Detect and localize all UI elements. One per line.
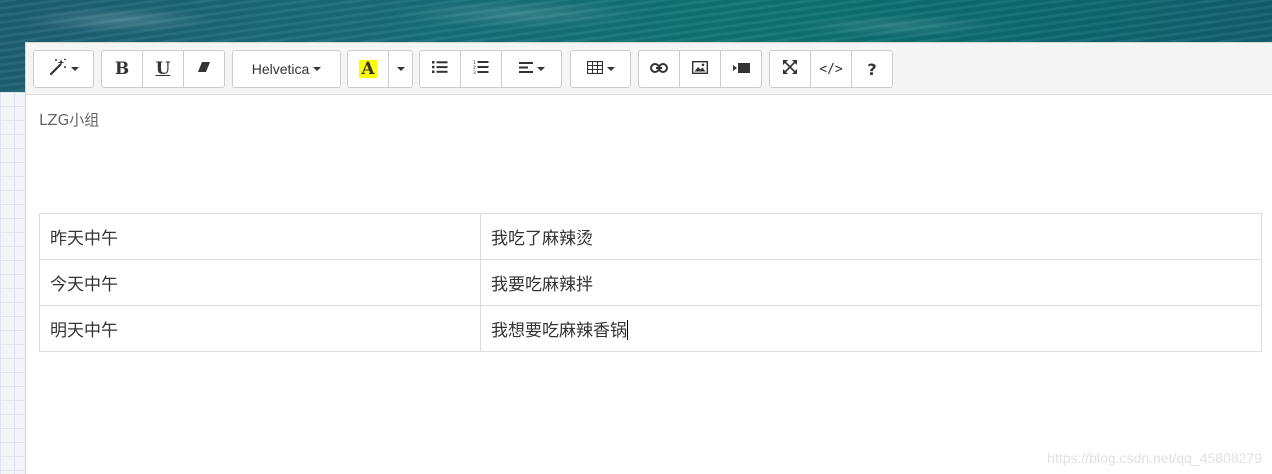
align-left-icon: [518, 61, 533, 77]
bold-icon: B: [114, 59, 130, 79]
table-cell[interactable]: 我吃了麻辣烫: [480, 213, 1262, 260]
color-group: A: [347, 50, 413, 88]
editable-content-area[interactable]: LZG小组 昨天中午 我吃了麻辣烫 今天中午 我要吃麻辣拌 明天中午 我想要吃麻…: [26, 95, 1272, 474]
magic-wand-icon: [49, 58, 67, 80]
underline-button[interactable]: U: [142, 50, 184, 88]
insert-group: [638, 50, 762, 88]
cell-text: 我想要吃麻辣香锅: [491, 321, 627, 341]
help-button[interactable]: ?: [851, 50, 893, 88]
insert-video-button[interactable]: [720, 50, 762, 88]
view-group: </> ?: [769, 50, 893, 88]
bold-button[interactable]: B: [101, 50, 143, 88]
chevron-down-icon: [606, 67, 615, 71]
table-group: [570, 50, 631, 88]
code-view-icon: </>: [819, 61, 843, 77]
style-group: [33, 50, 94, 88]
insert-link-button[interactable]: [638, 50, 680, 88]
svg-text:3: 3: [473, 70, 476, 74]
editor-toolbar: B U Helvetica A 1 2 3 </> ?: [26, 43, 1272, 95]
content-paragraph: LZG小组: [39, 111, 100, 129]
table-row: 今天中午 我要吃麻辣拌: [39, 259, 1262, 306]
fullscreen-button[interactable]: [769, 50, 811, 88]
unordered-list-button[interactable]: [419, 50, 461, 88]
font-name-label: Helvetica: [251, 61, 310, 77]
table-dropdown-button[interactable]: [570, 50, 631, 88]
eraser-icon: [197, 61, 211, 77]
chevron-down-icon: [313, 67, 322, 71]
color-dropdown-button[interactable]: [388, 50, 413, 88]
format-group: B U: [101, 50, 225, 88]
ordered-list-icon: 1 2 3: [473, 60, 489, 78]
table-icon: [586, 60, 603, 78]
watermark-text: https://blog.csdn.net/qq_45808279: [1047, 450, 1262, 466]
table-cell[interactable]: 明天中午: [39, 305, 481, 352]
picture-icon: [691, 60, 709, 78]
table-cell[interactable]: 今天中午: [39, 259, 481, 306]
table-row: 昨天中午 我吃了麻辣烫: [39, 213, 1262, 260]
text-cursor: [627, 320, 628, 340]
chevron-down-icon: [536, 67, 545, 71]
video-icon: [732, 61, 750, 77]
help-icon: ?: [867, 59, 877, 79]
link-icon: [650, 61, 668, 77]
recent-color-button[interactable]: A: [347, 50, 389, 88]
insert-picture-button[interactable]: [679, 50, 721, 88]
rich-text-editor: B U Helvetica A 1 2 3 </> ? LZG小组 昨天中午 我…: [25, 42, 1272, 474]
chevron-down-icon: [396, 67, 405, 71]
background-grid: [0, 92, 25, 474]
table-cell[interactable]: 我想要吃麻辣香锅: [480, 305, 1262, 352]
table-cell[interactable]: 昨天中午: [39, 213, 481, 260]
clear-format-button[interactable]: [183, 50, 225, 88]
font-name-dropdown[interactable]: Helvetica: [232, 50, 341, 88]
style-dropdown-button[interactable]: [33, 50, 94, 88]
fullscreen-icon: [783, 60, 797, 78]
table-row: 明天中午 我想要吃麻辣香锅: [39, 305, 1262, 352]
chevron-down-icon: [70, 67, 79, 71]
code-view-button[interactable]: </>: [810, 50, 852, 88]
underline-icon: U: [155, 59, 171, 79]
font-group: Helvetica: [232, 50, 341, 88]
table-cell[interactable]: 我要吃麻辣拌: [480, 259, 1262, 306]
unordered-list-icon: [432, 61, 448, 77]
ordered-list-button[interactable]: 1 2 3: [460, 50, 502, 88]
text-highlight-icon: A: [359, 59, 377, 79]
paragraph-align-dropdown[interactable]: [501, 50, 562, 88]
paragraph-group: 1 2 3: [419, 50, 562, 88]
content-table: 昨天中午 我吃了麻辣烫 今天中午 我要吃麻辣拌 明天中午 我想要吃麻辣香锅: [39, 213, 1262, 352]
